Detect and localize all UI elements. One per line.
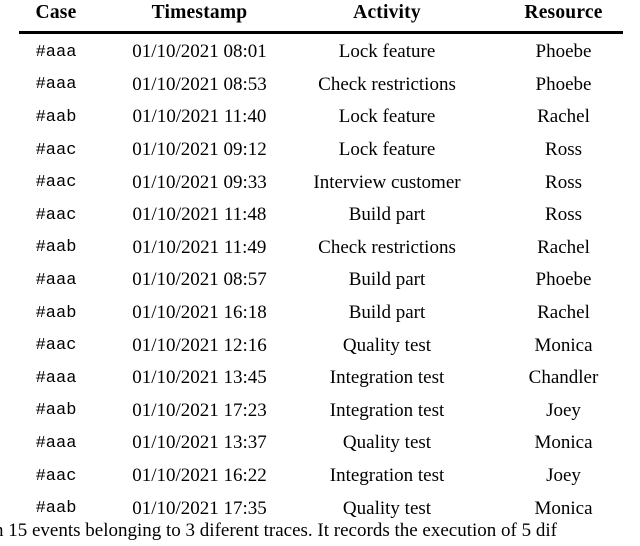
header-rule-cell <box>0 27 640 36</box>
cell-timestamp: 01/10/2021 08:01 <box>132 41 267 63</box>
cell-resource: Rachel <box>537 236 590 258</box>
cell-resource: Joey <box>546 399 581 421</box>
header-rule-line <box>19 31 623 34</box>
cell-resource: Phoebe <box>535 41 592 63</box>
cell-activity: Quality test <box>342 334 432 356</box>
cell-resource: Ross <box>545 171 582 193</box>
cell-timestamp: 01/10/2021 17:23 <box>132 399 267 421</box>
table-row: #aaa 01/10/2021 13:45 Integration test Chan… <box>0 362 640 395</box>
cell-timestamp: 01/10/2021 11:48 <box>132 204 267 226</box>
cell-activity: Check restrictions <box>318 236 456 258</box>
cell-case: #aaa <box>35 42 77 62</box>
cell-resource: Rachel <box>537 302 590 324</box>
table-row: #aaa 01/10/2021 13:37 Quality test Monica <box>0 427 640 460</box>
table-header-row: Case Timestamp Activity Resource <box>0 0 640 27</box>
column-header-case: Case <box>35 2 77 23</box>
table-row: #aac 01/10/2021 12:16 Quality test Monica <box>0 329 640 362</box>
header-rule-row <box>0 27 640 36</box>
cell-timestamp: 01/10/2021 13:45 <box>132 367 267 389</box>
cell-resource: Phoebe <box>535 269 592 291</box>
cell-activity: Lock feature <box>338 139 436 161</box>
table-row: #aac 01/10/2021 11:48 Build part Ross <box>0 199 640 232</box>
table-row: #aac 01/10/2021 09:33 Interview customer Ro… <box>0 166 640 199</box>
cell-case: #aab <box>35 107 77 127</box>
cell-timestamp: 01/10/2021 12:16 <box>132 334 267 356</box>
cell-activity: Integration test <box>329 367 445 389</box>
cell-resource: Joey <box>546 465 581 487</box>
cell-timestamp: 01/10/2021 16:22 <box>132 465 267 487</box>
cell-case: #aaa <box>35 433 77 453</box>
cell-activity: Integration test <box>329 399 445 421</box>
cell-case: #aac <box>35 466 77 486</box>
cell-case: #aac <box>35 140 77 160</box>
table-row: #aaa 01/10/2021 08:57 Build part Phoebe <box>0 264 640 297</box>
cell-case: #aac <box>35 173 77 193</box>
cell-case: #aaa <box>35 75 77 95</box>
cell-timestamp: 01/10/2021 08:53 <box>132 73 267 95</box>
cell-timestamp: 01/10/2021 08:57 <box>132 269 267 291</box>
cell-activity: Integration test <box>329 465 445 487</box>
cell-activity: Lock feature <box>338 106 436 128</box>
cell-resource: Phoebe <box>535 73 592 95</box>
cell-activity: Lock feature <box>338 41 436 63</box>
cell-activity: Build part <box>348 204 426 226</box>
cell-timestamp: 01/10/2021 09:12 <box>132 139 267 161</box>
cell-activity: Check restrictions <box>318 73 456 95</box>
cell-resource: Monica <box>534 432 593 454</box>
table-row: #aac 01/10/2021 16:22 Integration test Joey <box>0 460 640 493</box>
column-header-timestamp: Timestamp <box>151 2 248 23</box>
column-header-resource: Resource <box>524 2 603 23</box>
table-row: #aaa 01/10/2021 08:53 Check restrictions Ph… <box>0 69 640 102</box>
cell-resource: Ross <box>545 204 582 226</box>
cell-case: #aaa <box>35 368 77 388</box>
cell-resource: Rachel <box>537 106 590 128</box>
table-row: #aab 01/10/2021 16:18 Build part Rachel <box>0 297 640 330</box>
cell-case: #aaa <box>35 270 77 290</box>
cell-resource: Monica <box>534 334 593 356</box>
cell-timestamp: 01/10/2021 11:40 <box>132 106 267 128</box>
table-row: #aab 01/10/2021 11:40 Lock feature Rachel <box>0 101 640 134</box>
cell-activity: Build part <box>348 269 426 291</box>
cell-case: #aac <box>35 205 77 225</box>
table-row: #aab 01/10/2021 11:49 Check restrictions Ra… <box>0 232 640 265</box>
table-body: #aaa 01/10/2021 08:01 Lock feature Phoebe #a… <box>0 36 640 525</box>
cell-resource: Ross <box>545 139 582 161</box>
cell-activity: Interview customer <box>313 171 461 193</box>
cell-resource: Chandler <box>528 367 599 389</box>
cell-activity: Build part <box>348 302 426 324</box>
cell-timestamp: 01/10/2021 11:49 <box>132 236 267 258</box>
document-page: Case Timestamp Activity Resource #aaa 01/… <box>0 0 640 546</box>
event-log-table: Case Timestamp Activity Resource #aaa 01/… <box>0 0 640 525</box>
header-rule <box>0 27 640 36</box>
cell-timestamp: 01/10/2021 13:37 <box>132 432 267 454</box>
column-header-activity: Activity <box>353 2 421 23</box>
figure-caption: n 15 events belonging to 3 diferent trac… <box>0 520 557 541</box>
table-row: #aaa 01/10/2021 08:01 Lock feature Phoebe <box>0 36 640 69</box>
table-row: #aab 01/10/2021 17:23 Integration test Joey <box>0 395 640 428</box>
cell-timestamp: 01/10/2021 16:18 <box>132 302 267 324</box>
cell-timestamp: 01/10/2021 09:33 <box>132 171 267 193</box>
table-header: Case Timestamp Activity Resource <box>0 0 640 36</box>
cell-case: #aab <box>35 303 77 323</box>
table-row: #aac 01/10/2021 09:12 Lock feature Ross <box>0 134 640 167</box>
cell-activity: Quality test <box>342 432 432 454</box>
cell-case: #aac <box>35 336 77 356</box>
cell-case: #aab <box>35 238 77 258</box>
cell-case: #aab <box>35 401 77 421</box>
